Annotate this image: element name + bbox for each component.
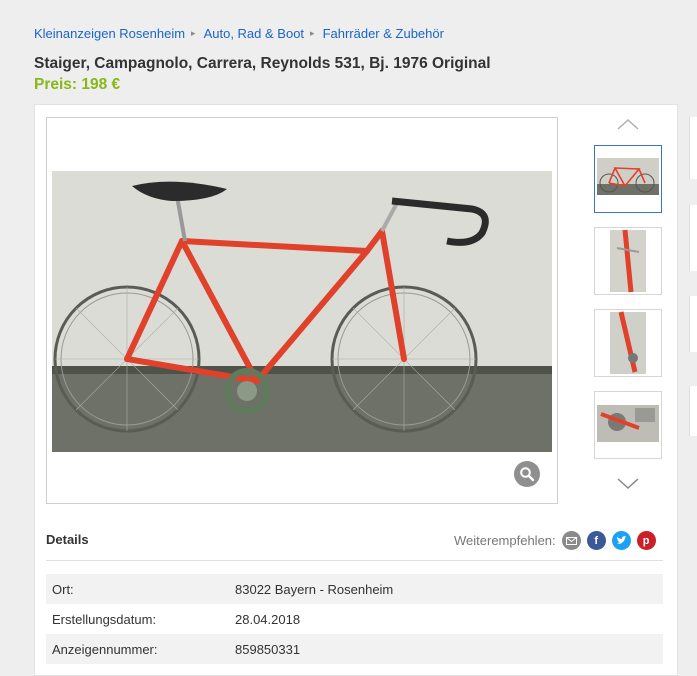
mail-icon[interactable] <box>561 531 581 550</box>
facebook-icon[interactable]: f <box>586 531 606 550</box>
detail-value: 28.04.2018 <box>235 611 301 627</box>
breadcrumb-link-fahrraeder[interactable]: Fahrräder & Zubehör <box>323 26 444 41</box>
breadcrumb-separator: ▸ <box>310 28 315 38</box>
detail-key: Ort: <box>52 581 74 597</box>
listing-title: Staiger, Campagnolo, Carrera, Reynolds 5… <box>34 55 491 72</box>
breadcrumb: Kleinanzeigen Rosenheim ▸ Auto, Rad & Bo… <box>34 26 444 41</box>
bicycle-photo[interactable] <box>52 171 552 452</box>
side-panel-edge <box>689 296 697 352</box>
divider <box>46 560 663 561</box>
main-image-frame[interactable] <box>46 117 558 504</box>
share-bar: Weiterempfehlen: f p <box>454 531 656 550</box>
side-panel-edge <box>689 386 697 436</box>
twitter-icon[interactable] <box>611 531 631 550</box>
breadcrumb-link-rosenheim[interactable]: Kleinanzeigen Rosenheim <box>34 26 185 41</box>
pinterest-icon[interactable]: p <box>636 531 656 550</box>
breadcrumb-link-auto-rad-boot[interactable]: Auto, Rad & Boot <box>204 26 304 41</box>
detail-value: 83022 Bayern - Rosenheim <box>235 581 394 597</box>
listing-price: Preis: 198 € <box>34 76 121 93</box>
chevron-up-icon[interactable] <box>616 117 640 136</box>
detail-key: Erstellungsdatum: <box>52 611 157 627</box>
detail-row-erstellungsdatum: Erstellungsdatum: 28.04.2018 <box>46 604 663 634</box>
detail-key: Anzeigennummer: <box>52 641 158 657</box>
side-panel-edge <box>689 117 697 179</box>
breadcrumb-separator: ▸ <box>191 28 196 38</box>
detail-row-anzeigennummer: Anzeigennummer: 859850331 <box>46 634 663 664</box>
share-label: Weiterempfehlen: <box>454 533 556 548</box>
magnifier-icon[interactable] <box>514 461 540 487</box>
detail-value: 859850331 <box>235 641 301 657</box>
thumbnail-1[interactable] <box>594 145 662 213</box>
side-panel-edge <box>689 205 697 271</box>
thumbnail-4[interactable] <box>594 391 662 459</box>
thumbnail-2[interactable] <box>594 227 662 295</box>
details-heading: Details <box>46 532 89 547</box>
chevron-down-icon[interactable] <box>616 477 640 496</box>
detail-row-ort: Ort: 83022 Bayern - Rosenheim <box>46 574 663 604</box>
thumbnail-3[interactable] <box>594 309 662 377</box>
